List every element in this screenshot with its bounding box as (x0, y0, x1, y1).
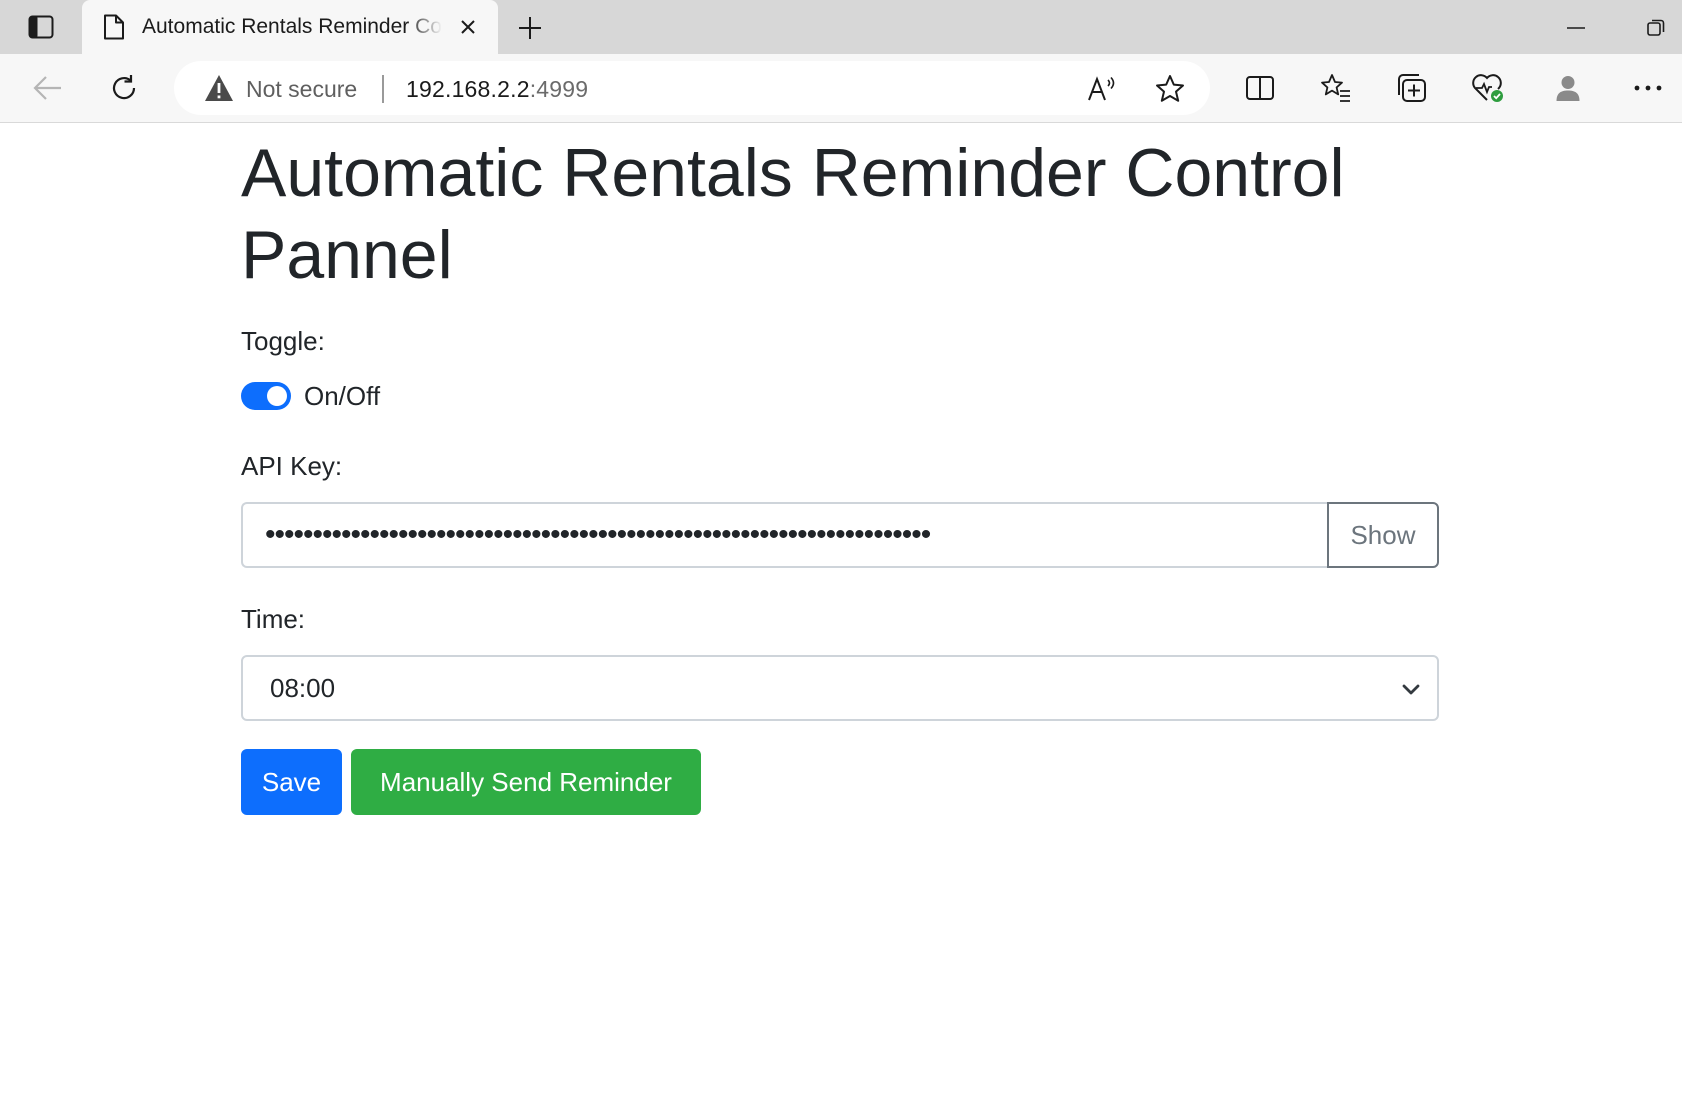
toggle-row: On/Off (241, 379, 1441, 413)
time-label: Time: (241, 604, 306, 634)
sidebar-panel-icon (28, 15, 54, 39)
browser-toolbar: Not secure 192.168.2.2:4999 (0, 54, 1682, 123)
action-buttons: Save Manually Send Reminder (241, 749, 1441, 815)
address-bar[interactable]: Not secure 192.168.2.2:4999 (174, 61, 1210, 115)
restore-window-icon[interactable] (1636, 8, 1676, 48)
tab-strip: Automatic Rentals Reminder Control Panne… (0, 0, 1682, 54)
back-arrow-icon[interactable] (26, 68, 70, 108)
minimize-icon[interactable] (1556, 8, 1596, 48)
url-port: :4999 (529, 76, 589, 102)
api-key-input[interactable]: ••••••••••••••••••••••••••••••••••••••••… (241, 502, 1327, 568)
new-tab-icon[interactable] (510, 8, 550, 48)
switch-label[interactable]: On/Off (304, 381, 380, 412)
time-select-value: 08:00 (270, 672, 336, 703)
chevron-down-icon (1402, 684, 1420, 695)
tab-actions-icon[interactable] (14, 8, 68, 46)
security-status[interactable]: Not secure (246, 76, 357, 103)
time-select[interactable]: 08:00 (241, 655, 1439, 721)
api-key-group: ••••••••••••••••••••••••••••••••••••••••… (241, 502, 1439, 568)
refresh-icon[interactable] (102, 68, 146, 108)
active-tab[interactable]: Automatic Rentals Reminder Control Panne… (82, 0, 498, 54)
manually-send-reminder-button[interactable]: Manually Send Reminder (351, 749, 701, 815)
browser-essentials-icon[interactable] (1466, 68, 1510, 108)
url-text[interactable]: 192.168.2.2:4999 (406, 76, 588, 103)
switch-knob (267, 386, 287, 406)
save-button[interactable]: Save (241, 749, 342, 815)
add-favorite-star-icon[interactable] (1150, 71, 1190, 107)
split-screen-icon[interactable] (1238, 68, 1282, 108)
on-off-switch[interactable] (241, 382, 291, 410)
toggle-label: Toggle: (241, 326, 325, 356)
warning-icon[interactable] (204, 74, 234, 102)
collections-icon[interactable] (1390, 68, 1434, 108)
profile-avatar-icon[interactable] (1546, 68, 1590, 108)
api-key-label: API Key: (241, 451, 343, 481)
address-divider (382, 75, 384, 103)
page-title: Automatic Rentals Reminder Control Panne… (241, 135, 1345, 293)
favorites-icon[interactable] (1314, 68, 1358, 108)
tab-title: Automatic Rentals Reminder Control Panne… (142, 15, 442, 38)
url-host: 192.168.2.2 (406, 76, 530, 102)
page-icon (100, 13, 128, 41)
control-panel: Automatic Rentals Reminder Control Panne… (241, 122, 1441, 815)
read-aloud-icon[interactable] (1082, 71, 1122, 107)
show-api-key-button[interactable]: Show (1327, 502, 1439, 568)
close-tab-icon[interactable] (452, 11, 484, 43)
more-options-icon[interactable] (1626, 68, 1670, 108)
